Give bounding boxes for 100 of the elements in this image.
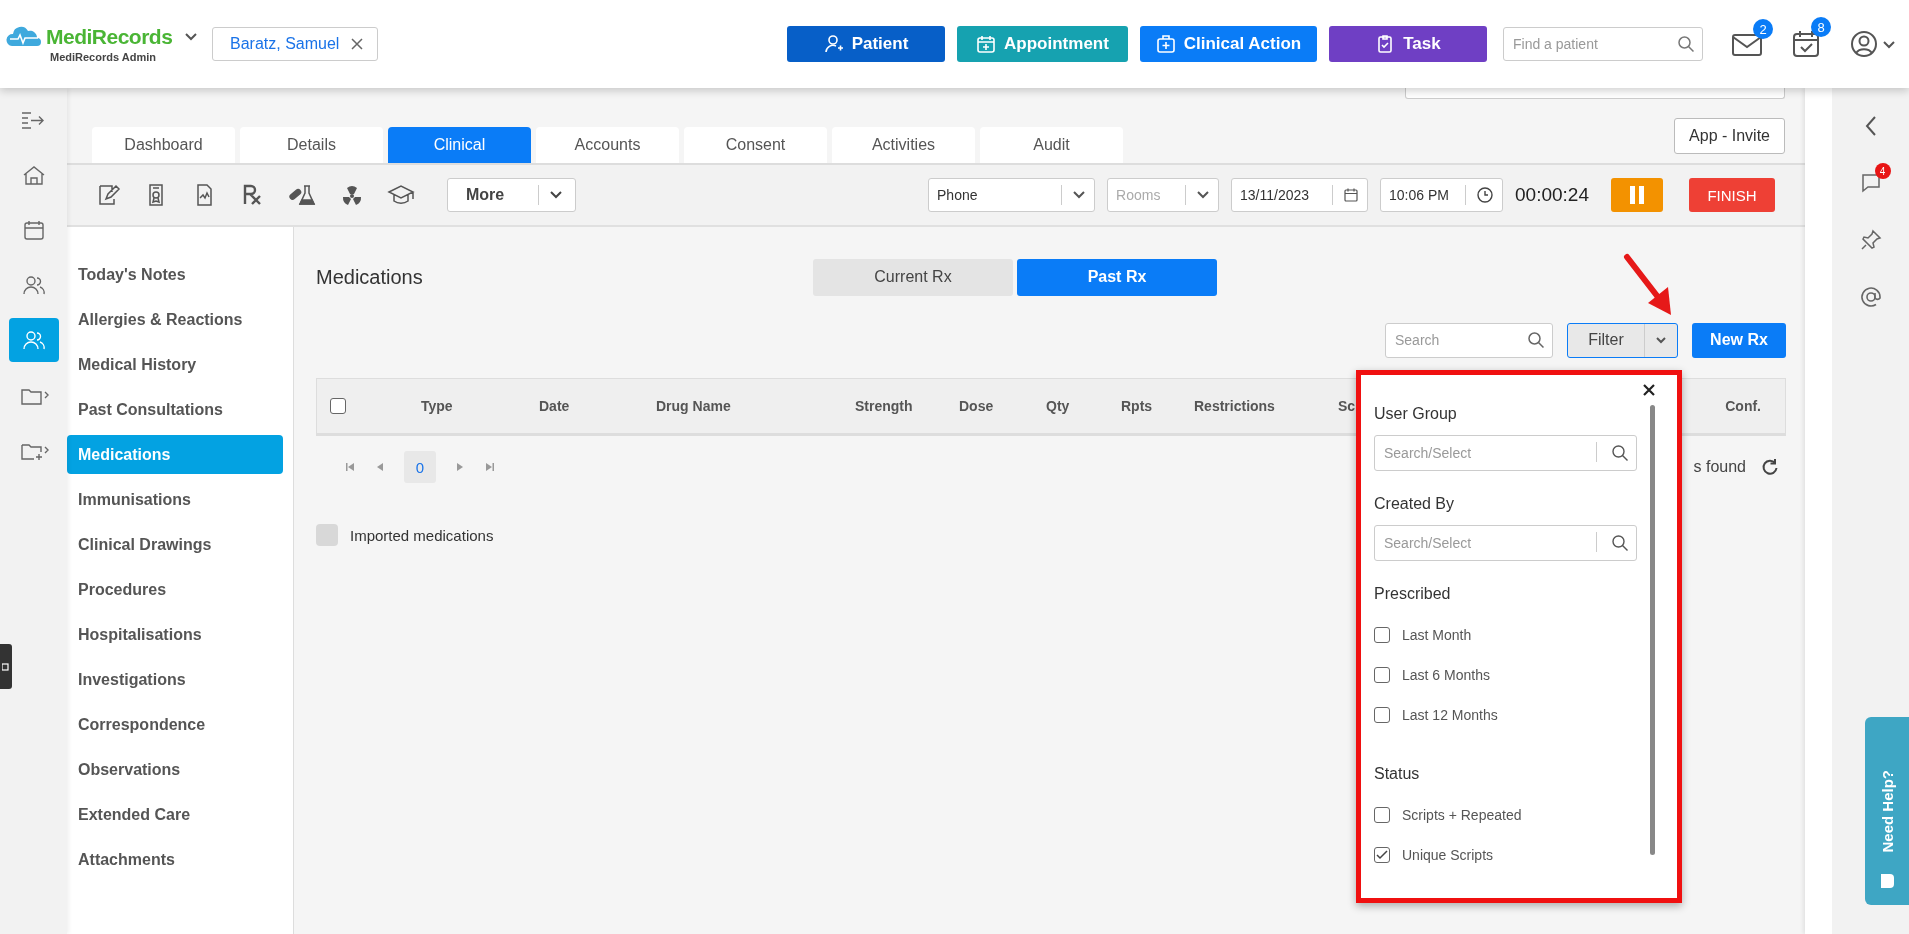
checkbox-label: Last 12 Months (1402, 707, 1498, 723)
finish-button[interactable]: FINISH (1689, 178, 1775, 212)
chevron-down-icon (1196, 190, 1211, 200)
sidebar-item[interactable]: Clinical Drawings (67, 525, 283, 564)
patient-search-field[interactable]: Find a patient (1503, 27, 1703, 61)
column-header[interactable]: Date (539, 398, 570, 414)
search-icon[interactable] (1611, 534, 1629, 552)
column-header[interactable]: Conf. (1725, 398, 1761, 414)
section-title: Prescribed (1374, 585, 1452, 603)
sidebar-item[interactable]: Allergies & Reactions (67, 300, 283, 339)
checkbox[interactable] (1374, 627, 1390, 643)
section-title: Created By (1374, 495, 1456, 513)
notification-badge: 8 (1811, 17, 1831, 37)
window-icon (2, 661, 10, 672)
tab[interactable]: Details (240, 127, 383, 163)
checkbox[interactable] (1374, 707, 1390, 723)
checkbox-label: Last 6 Months (1402, 667, 1490, 683)
column-header[interactable]: Rpts (1121, 398, 1153, 414)
sidebar-item[interactable]: Immunisations (67, 480, 283, 519)
search-select-field[interactable]: Search/Select (1374, 525, 1637, 561)
section-title: Status (1374, 765, 1421, 783)
rail-item[interactable] (8, 318, 59, 362)
tab[interactable]: Clinical (388, 127, 531, 163)
records-count: s found (1693, 458, 1746, 476)
search-select-field[interactable]: Search/Select (1374, 435, 1637, 471)
column-header[interactable]: Strength (855, 398, 913, 414)
close-icon[interactable] (1642, 383, 1656, 397)
tab[interactable]: Activities (832, 127, 975, 163)
date-field[interactable]: 13/11/2023 (1231, 178, 1369, 212)
sidebar-item[interactable]: Observations (67, 750, 283, 789)
checkbox[interactable] (1374, 847, 1390, 863)
sidebar-item[interactable]: Past Consultations (67, 390, 283, 429)
sidebar-item[interactable]: Correspondence (67, 705, 283, 744)
action-button[interactable]: Clinical Action (1140, 26, 1317, 62)
user-avatar-icon[interactable] (1849, 29, 1897, 59)
action-icon (1155, 34, 1176, 54)
patient-chip[interactable]: Baratz, Samuel (212, 27, 379, 61)
notification-badge: 2 (1753, 19, 1773, 39)
more-button[interactable]: More (447, 178, 576, 212)
checkbox[interactable] (1374, 667, 1390, 683)
sidebar-item[interactable]: Extended Care (67, 795, 283, 834)
channel-select[interactable]: Phone (928, 178, 1096, 212)
action-button[interactable]: Task (1329, 26, 1487, 62)
notification-badge: 4 (1874, 163, 1891, 179)
refresh-icon[interactable] (1760, 457, 1780, 477)
column-header[interactable]: Qty (1046, 398, 1070, 414)
page-number[interactable]: 0 (404, 451, 436, 483)
at-sign-icon[interactable] (1858, 285, 1883, 309)
tab[interactable]: Accounts (536, 127, 679, 163)
checkbox[interactable] (1374, 807, 1390, 823)
column-header[interactable]: Restrictions (1194, 398, 1275, 414)
action-button[interactable]: Patient (787, 26, 945, 62)
sidebar-item[interactable]: Hospitalisations (67, 615, 283, 654)
sidebar-item[interactable]: Investigations (67, 660, 283, 699)
sidebar-item[interactable]: Procedures (67, 570, 283, 609)
search-icon[interactable] (1677, 35, 1695, 53)
scrollbar[interactable] (1650, 405, 1655, 855)
last-page-icon[interactable] (484, 461, 496, 473)
first-page-icon[interactable] (344, 461, 356, 473)
column-header[interactable]: Type (421, 398, 453, 414)
sidebar-item[interactable]: Attachments (67, 840, 283, 879)
column-header[interactable]: Sc (1338, 398, 1356, 414)
section-title: User Group (1374, 405, 1458, 423)
chevron-down-icon[interactable] (184, 32, 199, 42)
search-field[interactable]: Search (1385, 322, 1553, 358)
sidebar-item[interactable]: Today's Notes (67, 255, 283, 294)
patient-name[interactable]: Baratz, Samuel (230, 35, 340, 53)
action-icon (823, 34, 844, 54)
search-icon[interactable] (1527, 331, 1545, 349)
app-invite-button[interactable]: App - Invite (1674, 118, 1785, 154)
time-field[interactable]: 10:06 PM (1380, 178, 1504, 212)
chevron-down-icon (549, 190, 563, 200)
action-icon (976, 34, 997, 54)
pause-icon (1629, 185, 1645, 205)
new-rx-button[interactable]: New Rx (1692, 322, 1786, 358)
imported-checkbox[interactable] (316, 524, 338, 546)
timer: 00:00:24 (1515, 184, 1589, 206)
checkbox-label: Unique Scripts (1402, 847, 1494, 863)
column-header[interactable]: Dose (959, 398, 994, 414)
tab[interactable]: Dashboard (92, 127, 235, 163)
tab[interactable]: Consent (684, 127, 827, 163)
cloud-logo-icon (6, 26, 42, 48)
segment-tab[interactable]: Current Rx (813, 258, 1013, 296)
column-header[interactable]: Drug Name (656, 398, 731, 414)
checkbox-label: Scripts + Repeated (1402, 807, 1522, 823)
page-title: Medications (316, 265, 424, 289)
account-name: MediRecords Admin (50, 51, 156, 63)
chevron-down-icon (1655, 336, 1667, 344)
sidebar-item[interactable]: Medical History (67, 345, 283, 384)
checkbox-label: Last Month (1402, 627, 1472, 643)
side-tab[interactable] (0, 644, 12, 689)
lab-flask-icon[interactable] (287, 182, 317, 208)
calendar-icon[interactable] (1343, 187, 1360, 203)
select-all-checkbox[interactable] (330, 398, 346, 414)
segment-tab[interactable]: Past Rx (1017, 258, 1217, 296)
search-icon[interactable] (1611, 444, 1629, 462)
clock-icon[interactable] (1476, 186, 1495, 204)
checkbox-label: Imported medications (350, 526, 494, 544)
chevron-down-icon (1072, 190, 1087, 200)
tab[interactable]: Audit (980, 127, 1123, 163)
